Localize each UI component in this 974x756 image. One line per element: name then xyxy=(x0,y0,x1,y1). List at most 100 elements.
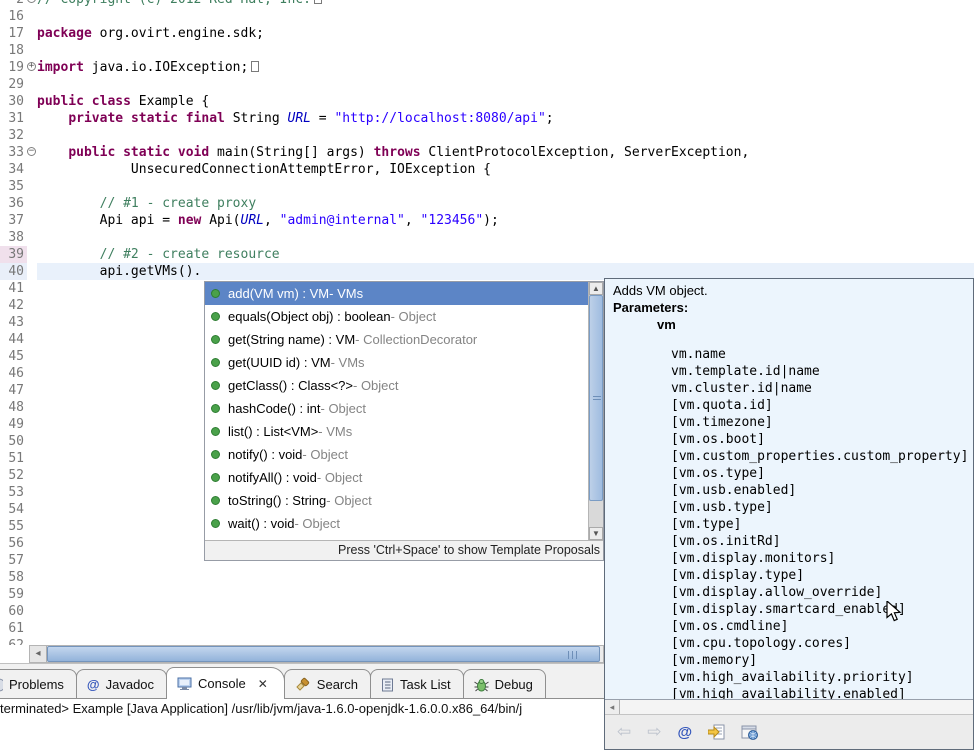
completion-declaring-type: - Object xyxy=(321,401,367,416)
tab-javadoc[interactable]: @Javadoc xyxy=(76,669,167,699)
tab-search[interactable]: Search xyxy=(284,669,371,699)
completion-item[interactable]: add(VM vm) : VM - VMs xyxy=(205,282,603,305)
completion-declaring-type: - CollectionDecorator xyxy=(355,332,477,347)
completion-item[interactable]: get(String name) : VM - CollectionDecora… xyxy=(205,328,603,351)
scroll-left-icon[interactable]: ◂ xyxy=(605,700,620,714)
code-text[interactable]: private static final String URL = "http:… xyxy=(37,110,974,127)
completion-item[interactable]: list() : List<VM> - VMs xyxy=(205,420,603,443)
vm-property-list: vm.namevm.template.id|namevm.cluster.id|… xyxy=(613,346,973,699)
code-text[interactable] xyxy=(37,178,974,195)
folded-region-icon[interactable] xyxy=(314,0,322,4)
public-method-icon xyxy=(211,289,220,298)
completion-scroll-thumb[interactable] xyxy=(589,295,603,501)
code-text[interactable]: // #1 - create proxy xyxy=(37,195,974,212)
completion-item[interactable]: notify() : void - Object xyxy=(205,443,603,466)
completion-declaring-type: - Object xyxy=(353,378,399,393)
code-text[interactable] xyxy=(37,229,974,246)
line-number: 44 xyxy=(0,331,27,348)
completion-item[interactable]: equals(Object obj) : boolean - Object xyxy=(205,305,603,328)
code-text[interactable]: // Copyright (c) 2012 Red Hat, Inc. xyxy=(37,0,974,8)
code-segment: // Copyright (c) 2012 Red Hat, Inc. xyxy=(37,0,311,7)
vm-property: [vm.custom_properties.custom_property] xyxy=(671,448,973,465)
tab-console[interactable]: Console✕ xyxy=(166,667,285,699)
public-method-icon xyxy=(211,427,220,436)
code-text[interactable] xyxy=(37,8,974,25)
problems-icon: ! xyxy=(0,678,3,692)
fold-column xyxy=(27,348,37,365)
completion-item[interactable]: getClass() : Class<?> - Object xyxy=(205,374,603,397)
scroll-down-icon[interactable]: ▼ xyxy=(589,527,603,540)
fold-column xyxy=(27,552,37,569)
code-text[interactable]: // #2 - create resource xyxy=(37,246,974,263)
console-output-area[interactable] xyxy=(0,718,604,756)
code-text[interactable]: Api api = new Api(URL, "admin@internal",… xyxy=(37,212,974,229)
fold-collapse-icon[interactable]: − xyxy=(27,147,36,156)
line-number: 46 xyxy=(0,365,27,382)
fold-column xyxy=(27,501,37,518)
line-number: 61 xyxy=(0,620,27,637)
panel-horizontal-scrollbar[interactable]: ◂ xyxy=(605,699,973,715)
completion-item[interactable]: notifyAll() : void - Object xyxy=(205,466,603,489)
eclipse-window: 2+// Copyright (c) 2012 Red Hat, Inc.161… xyxy=(0,0,974,756)
tab-debug[interactable]: Debug xyxy=(463,669,546,699)
code-segment: static xyxy=(131,111,178,126)
scroll-left-icon[interactable]: ◂ xyxy=(30,646,47,662)
code-text[interactable]: public class Example { xyxy=(37,93,974,110)
open-attached-javadoc-icon[interactable] xyxy=(708,724,725,740)
code-segment: org.ovirt.engine.sdk; xyxy=(92,26,264,41)
public-method-icon xyxy=(211,312,220,321)
fold-column xyxy=(27,637,37,645)
line-number: 31 xyxy=(0,110,27,127)
line-number: 50 xyxy=(0,433,27,450)
tab-label: Search xyxy=(317,677,358,692)
tab-tasklist[interactable]: Task List xyxy=(370,669,464,699)
fold-column: + xyxy=(27,0,37,8)
fold-column xyxy=(27,25,37,42)
scroll-up-icon[interactable]: ▲ xyxy=(589,282,603,295)
vm-property: [vm.memory] xyxy=(671,652,973,669)
fold-column xyxy=(27,280,37,297)
open-in-browser-icon[interactable] xyxy=(741,724,759,740)
public-method-icon xyxy=(211,450,220,459)
completion-item[interactable]: toString() : String - Object xyxy=(205,489,603,512)
fold-expand-icon[interactable]: + xyxy=(27,62,36,71)
fold-expand-icon[interactable]: + xyxy=(27,0,36,3)
code-text[interactable]: public static void main(String[] args) t… xyxy=(37,144,974,161)
parameters-label: Parameters: xyxy=(613,299,973,316)
code-text[interactable] xyxy=(37,127,974,144)
code-line: 31 private static final String URL = "ht… xyxy=(0,110,974,127)
tab-problems[interactable]: !Problems xyxy=(0,669,77,699)
forward-icon[interactable]: ⇨ xyxy=(647,722,661,742)
completion-item[interactable]: wait() : void - Object xyxy=(205,512,603,535)
completion-item[interactable]: get(UUID id) : VM - VMs xyxy=(205,351,603,374)
completion-declaring-type: - VMs xyxy=(318,424,352,439)
fold-column xyxy=(27,263,37,280)
line-number: 40 xyxy=(0,263,27,280)
code-segment: Api api = xyxy=(37,213,178,228)
content-assist-popup: add(VM vm) : VM - VMsequals(Object obj) … xyxy=(204,281,604,561)
editor-hscroll-thumb[interactable] xyxy=(47,646,600,662)
line-number: 58 xyxy=(0,569,27,586)
public-method-icon xyxy=(211,496,220,505)
code-segment: String xyxy=(225,111,288,126)
line-number: 2 xyxy=(0,0,27,8)
completion-item[interactable]: hashCode() : int - Object xyxy=(205,397,603,420)
code-segment: final xyxy=(186,111,225,126)
line-number: 35 xyxy=(0,178,27,195)
code-text[interactable]: package org.ovirt.engine.sdk; xyxy=(37,25,974,42)
completion-scrollbar[interactable]: ▲ ▼ xyxy=(588,282,603,540)
completion-label: equals(Object obj) : boolean xyxy=(228,309,391,324)
back-icon[interactable]: ⇦ xyxy=(617,722,631,742)
editor-horizontal-scrollbar[interactable]: ◂ xyxy=(29,645,604,663)
tab-label: Debug xyxy=(495,677,533,692)
code-text[interactable]: UnsecuredConnectionAttemptError, IOExcep… xyxy=(37,161,974,178)
fold-column xyxy=(27,467,37,484)
code-text[interactable] xyxy=(37,42,974,59)
show-in-javadoc-view-icon[interactable]: @ xyxy=(678,724,693,741)
folded-region-icon[interactable] xyxy=(251,61,259,72)
close-icon[interactable]: ✕ xyxy=(258,677,268,691)
code-text[interactable] xyxy=(37,76,974,93)
completion-label: get(UUID id) : VM xyxy=(228,355,331,370)
code-segment: package xyxy=(37,26,92,41)
code-text[interactable]: import java.io.IOException; xyxy=(37,59,974,76)
